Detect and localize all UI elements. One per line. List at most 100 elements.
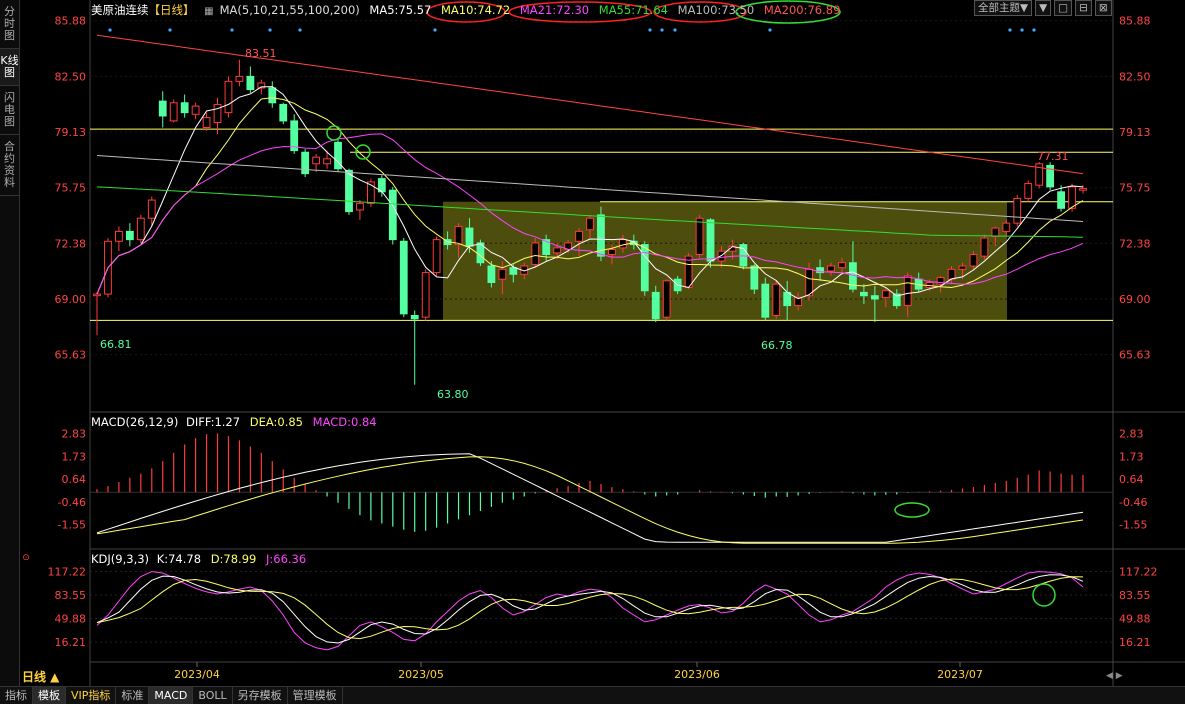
candle-body	[509, 267, 518, 275]
scroll-arrows-icon[interactable]: ◀ ▶	[1106, 671, 1123, 681]
tab-save-template[interactable]: 另存模板	[233, 687, 288, 704]
tab-template[interactable]: 模板	[33, 687, 66, 704]
tab-vip-indicator[interactable]: VIP指标	[66, 687, 117, 704]
tab-macd[interactable]: MACD	[149, 687, 194, 704]
price-tick-right: 85.88	[1119, 15, 1151, 28]
kdj-info-row: KDJ(9,3,3) K:74.78 D:78.99 J:66.36	[91, 552, 312, 566]
kdj-j: J:66.36	[266, 552, 307, 566]
date-axis-label: 2023/05	[398, 668, 444, 681]
period-tag: 【日线】	[148, 3, 195, 17]
candle-body	[1002, 222, 1011, 232]
macd-diff: DIFF:1.27	[186, 415, 241, 429]
candle-body	[388, 189, 397, 241]
macd-value: MACD:0.84	[312, 415, 377, 429]
price-tick-right: 75.75	[1119, 182, 1151, 195]
period-selector[interactable]: 日线 ▲	[22, 668, 59, 685]
event-marker	[268, 28, 272, 32]
candle-body	[717, 250, 726, 262]
candle-body	[838, 262, 846, 269]
high-price-label: 83.51	[245, 47, 277, 60]
instrument-title: 美原油连续	[91, 3, 149, 17]
date-axis-label: 2023/06	[674, 668, 720, 681]
candle-body	[640, 244, 649, 292]
candle-body	[213, 103, 222, 124]
candle-body	[1079, 188, 1087, 191]
candle-body	[169, 102, 178, 122]
macd-tick-left: 0.64	[62, 473, 87, 486]
candle-body	[881, 290, 890, 298]
kdj-k: K:74.78	[156, 552, 202, 566]
candle-body	[859, 291, 868, 297]
candle-body	[706, 219, 715, 262]
ma-definition: MA(5,10,21,55,100,200)	[219, 3, 360, 17]
collapse-icon[interactable]: ▼	[1035, 0, 1052, 16]
macd-tick-right: 0.64	[1119, 473, 1144, 486]
candle-body	[1068, 186, 1076, 209]
candle-body	[608, 249, 616, 255]
tab-indicator[interactable]: 指标	[0, 687, 33, 704]
candle-body	[761, 283, 770, 318]
top-right-controls: 全部主题▼ ▼ □ ⊟ ⊠	[974, 0, 1115, 16]
candle-body	[958, 265, 967, 270]
macd-tick-right: -0.46	[1119, 496, 1147, 509]
window-icon[interactable]: □	[1054, 0, 1073, 16]
macd-dea: DEA:0.85	[249, 415, 304, 429]
macd-info-row: MACD(26,12,9) DIFF:1.27 DEA:0.85 MACD:0.…	[91, 415, 383, 429]
theme-dropdown[interactable]: 全部主题▼	[974, 0, 1033, 16]
close-icon[interactable]: ⊠	[1094, 0, 1112, 16]
event-marker	[1032, 28, 1036, 32]
price-tick-left: 79.13	[55, 126, 87, 139]
candle-body	[454, 225, 463, 246]
kdj-tick-right: 49.88	[1119, 613, 1151, 626]
low-price-label-2: 63.80	[437, 388, 469, 401]
event-marker	[298, 28, 302, 32]
macd-tick-right: 2.83	[1119, 427, 1144, 440]
low-price-label-3: 66.78	[761, 339, 793, 352]
candle-body	[235, 75, 244, 82]
event-marker	[1008, 28, 1012, 32]
kdj-tick-right: 117.22	[1119, 565, 1158, 578]
candle-body	[947, 268, 956, 280]
tab-boll[interactable]: BOLL	[193, 687, 233, 704]
price-tick-right: 79.13	[1119, 126, 1151, 139]
candle-body	[695, 217, 704, 255]
event-marker	[168, 28, 172, 32]
candle-body	[531, 242, 540, 265]
ma21-value: MA21:72.30	[519, 3, 590, 17]
candle-body	[618, 239, 627, 249]
price-tick-right: 72.38	[1119, 237, 1151, 250]
tab-manage-template[interactable]: 管理模板	[288, 687, 343, 704]
split-icon[interactable]: ⊟	[1075, 0, 1092, 16]
candle-body	[498, 268, 507, 280]
macd-tick-left: 1.73	[62, 450, 87, 463]
macd-tick-right: -1.55	[1119, 519, 1147, 532]
tab-standard[interactable]: 标准	[116, 687, 150, 704]
candle-body	[421, 272, 430, 318]
chart-canvas[interactable]: 85.88 85.88 82.50 82.50 79.13 79.13 75.75 75.75…	[0, 0, 1185, 686]
macd-dea-line	[96, 456, 1084, 544]
kdj-name: KDJ(9,3,3)	[91, 552, 150, 566]
macd-tick-left: -1.55	[58, 519, 86, 532]
ma5-value: MA5:75.57	[369, 3, 432, 17]
candle-body	[158, 100, 167, 117]
kdj-j-line	[96, 571, 1084, 651]
candle-body	[827, 265, 835, 272]
macd-diff-line	[96, 453, 1084, 543]
kdj-d-line	[96, 576, 1084, 640]
low-price-label-1: 66.81	[100, 338, 132, 351]
candle-body	[268, 87, 277, 104]
ma100-value: MA100:73.50	[677, 3, 755, 17]
candle-body	[783, 291, 792, 307]
candle-body	[432, 239, 441, 274]
candle-body	[180, 102, 189, 114]
price-tick-left: 85.88	[55, 15, 87, 28]
bottom-tab-bar: 指标 模板 VIP指标 标准 MACD BOLL 另存模板 管理模板	[0, 686, 1185, 704]
candle-body	[750, 265, 759, 290]
ma55-value: MA55:71.64	[598, 3, 668, 17]
kdj-tick-right: 16.21	[1119, 636, 1151, 649]
price-tick-right: 82.50	[1119, 70, 1151, 83]
high-price-label-2: 77.31	[1037, 150, 1069, 163]
candle-body	[224, 80, 233, 114]
candle-body	[553, 247, 562, 254]
candle-body	[1013, 197, 1022, 224]
